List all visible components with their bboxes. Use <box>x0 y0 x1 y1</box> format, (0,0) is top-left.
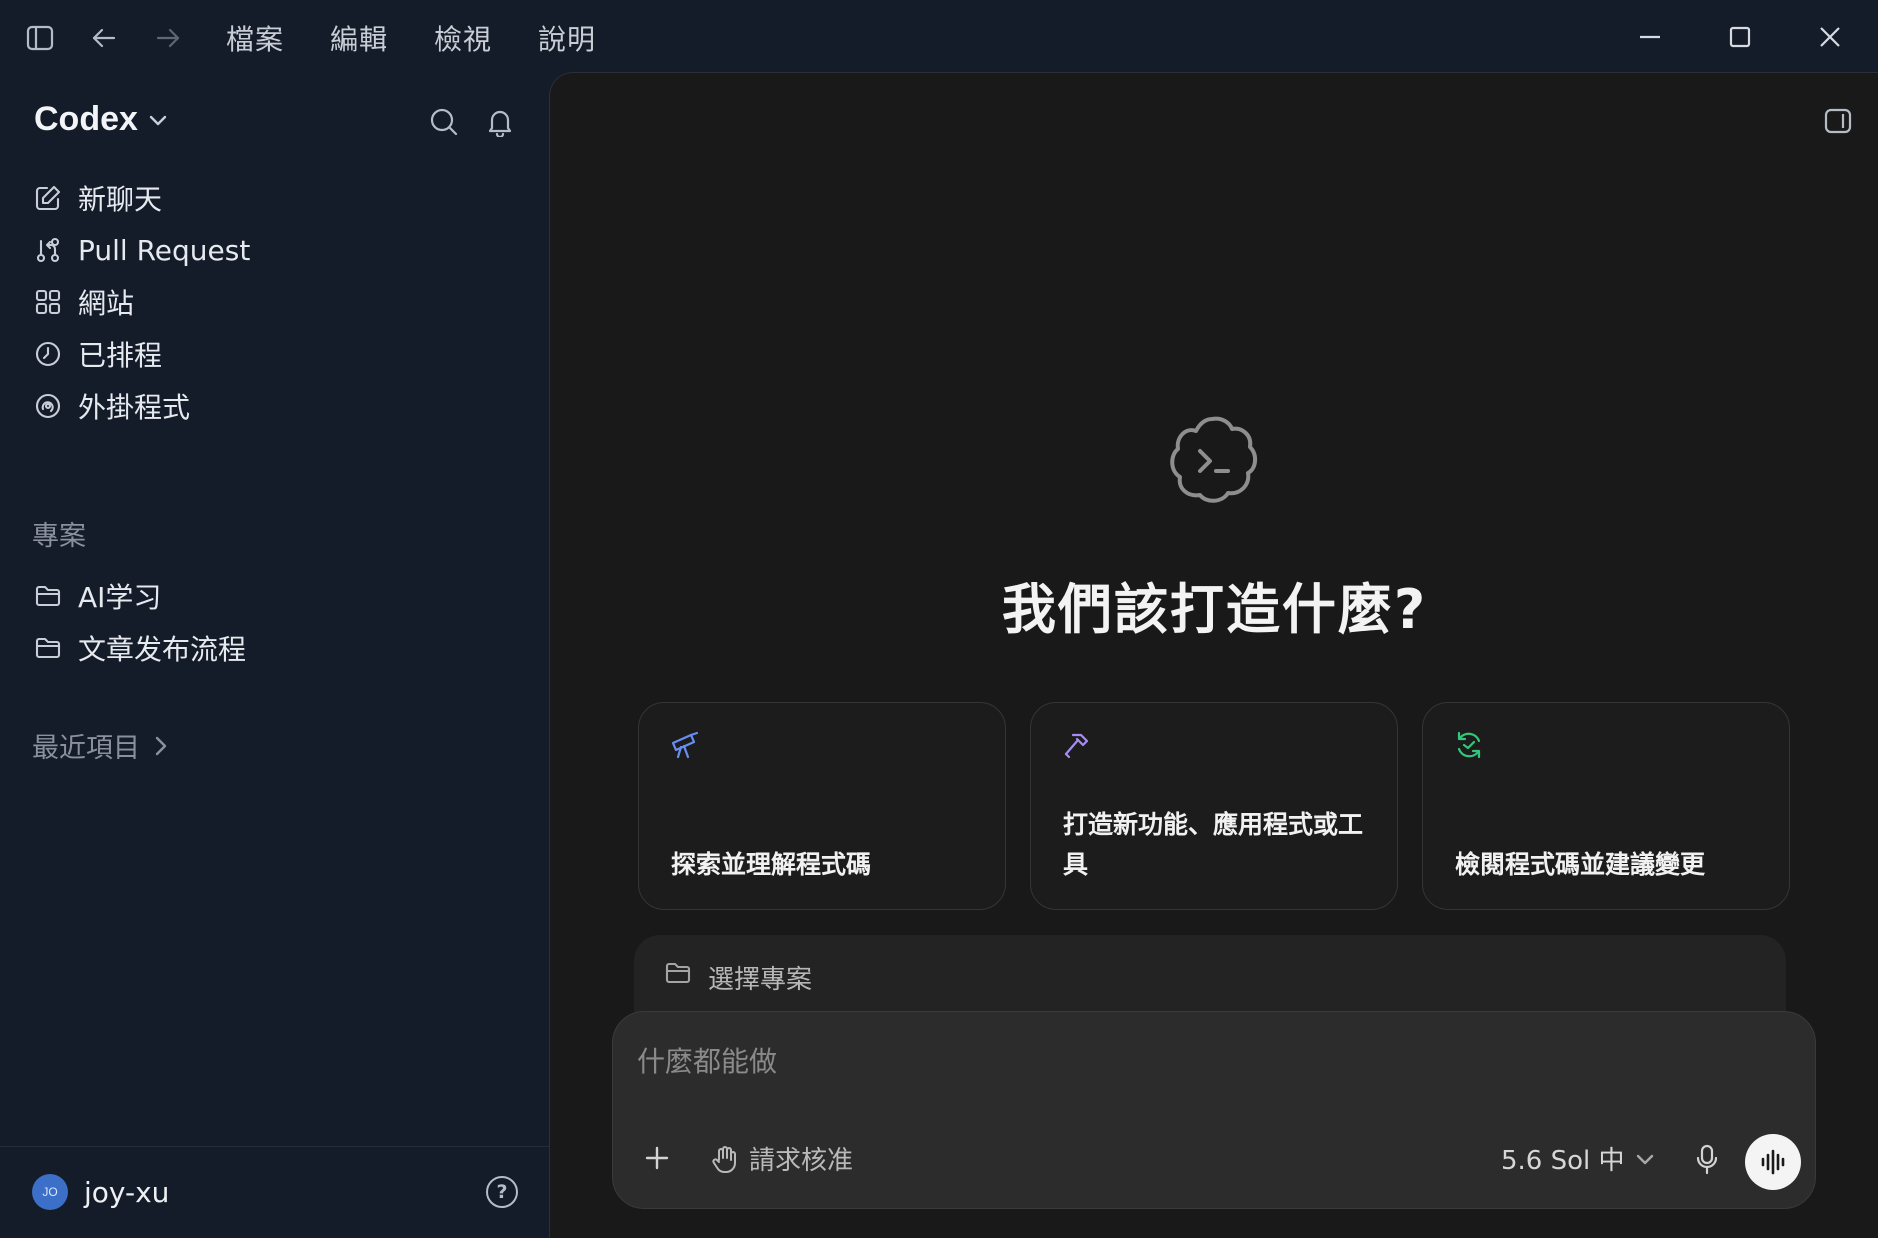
telescope-icon <box>669 729 701 761</box>
model-selector[interactable]: 5.6 Sol 中 <box>1501 1140 1655 1177</box>
sidebar-item-new-chat[interactable]: 新聊天 <box>32 174 512 222</box>
sidebar-item-label: 已排程 <box>78 339 163 372</box>
edit-icon <box>32 182 64 214</box>
user-name: joy-xu <box>84 1175 170 1209</box>
card-label: 打造新功能、應用程式或工具 <box>1063 810 1364 879</box>
close-button[interactable] <box>1800 14 1860 60</box>
main-panel: 我們該打造什麼? 探索並理解程式碼 打造新功能、應用程式或工具 檢閱程式碼並建議… <box>549 72 1878 1238</box>
plugin-icon <box>32 390 64 422</box>
menu-edit[interactable]: 編輯 <box>330 18 388 58</box>
sidebar: Codex 新聊天 Pull Request 網站 已排程 外掛程式 專案 AI… <box>0 72 549 1238</box>
git-pull-request-icon <box>32 234 64 266</box>
card-label: 檢閱程式碼並建議變更 <box>1455 850 1706 879</box>
help-icon[interactable]: ? <box>486 1176 518 1208</box>
project-item-ai[interactable]: AI学习 <box>32 572 512 620</box>
sidebar-item-label: 新聊天 <box>78 183 163 216</box>
sidebar-item-plugins[interactable]: 外掛程式 <box>32 382 512 430</box>
suggestion-card-build[interactable]: 打造新功能、應用程式或工具 <box>1030 702 1398 910</box>
chevron-down-icon <box>1636 1154 1653 1164</box>
refresh-check-icon <box>1453 729 1485 761</box>
folder-icon <box>664 960 692 990</box>
back-arrow-icon[interactable] <box>82 18 126 58</box>
hammer-icon <box>1061 729 1093 761</box>
sidebar-item-sites[interactable]: 網站 <box>32 278 512 326</box>
avatar: JO <box>32 1174 68 1210</box>
recent-items-label: 最近項目 <box>32 733 140 764</box>
voice-mode-button[interactable] <box>1745 1134 1801 1190</box>
sidebar-toggle-icon[interactable] <box>18 18 62 58</box>
chevron-right-icon <box>155 736 167 755</box>
add-attachment-button[interactable] <box>639 1140 675 1176</box>
sidebar-item-label: Pull Request <box>78 233 251 267</box>
composer: 什麼都能做 請求核准 5.6 Sol 中 <box>612 1011 1816 1209</box>
chevron-down-icon <box>148 112 168 131</box>
menu-file[interactable]: 檔案 <box>226 18 284 58</box>
project-label: 文章发布流程 <box>78 633 247 666</box>
codex-cloud-terminal-icon <box>1162 409 1262 509</box>
title-bar: 檔案 編輯 檢視 說明 <box>0 0 1878 72</box>
project-item-publish-flow[interactable]: 文章发布流程 <box>32 624 512 672</box>
search-icon[interactable] <box>424 102 464 142</box>
hand-icon <box>712 1145 736 1173</box>
model-label: 5.6 Sol 中 <box>1501 1146 1625 1176</box>
sidebar-item-label: 外掛程式 <box>78 391 191 424</box>
page-title: 我們該打造什麼? <box>1001 578 1428 641</box>
grid-icon <box>32 286 64 318</box>
approval-mode-button[interactable]: 請求核准 <box>711 1140 853 1177</box>
approval-mode-label: 請求核准 <box>749 1146 854 1176</box>
brand-name: Codex <box>34 100 138 138</box>
suggestion-card-review[interactable]: 檢閱程式碼並建議變更 <box>1422 702 1790 910</box>
projects-section-title: 專案 <box>32 521 86 552</box>
sidebar-item-scheduled[interactable]: 已排程 <box>32 330 512 378</box>
project-label: AI学习 <box>78 581 162 614</box>
forward-arrow-icon[interactable] <box>146 18 190 58</box>
microphone-icon[interactable] <box>1689 1140 1725 1180</box>
workspace-switcher[interactable]: Codex <box>34 100 168 139</box>
folder-icon <box>32 632 64 664</box>
app-window: 檔案 編輯 檢視 說明 Codex 新聊天 Pull Request 網站 已排… <box>0 0 1878 1238</box>
folder-icon <box>32 580 64 612</box>
sidebar-item-pull-request[interactable]: Pull Request <box>32 226 512 274</box>
clock-icon <box>32 338 64 370</box>
card-label: 探索並理解程式碼 <box>671 850 872 879</box>
prompt-input[interactable]: 什麼都能做 <box>637 1040 777 1080</box>
sidebar-item-label: 網站 <box>78 287 135 320</box>
maximize-button[interactable] <box>1710 14 1770 60</box>
audio-waveform-icon <box>1761 1149 1785 1175</box>
menu-help[interactable]: 說明 <box>538 18 596 58</box>
user-profile[interactable]: JO joy-xu <box>32 1174 169 1210</box>
bell-icon[interactable] <box>480 102 520 142</box>
suggestion-card-explore[interactable]: 探索並理解程式碼 <box>638 702 1006 910</box>
sidebar-divider <box>0 1146 549 1147</box>
recent-items-toggle[interactable]: 最近項目 <box>32 726 168 765</box>
menu-view[interactable]: 檢視 <box>434 18 492 58</box>
panel-toggle-icon[interactable] <box>1820 103 1856 139</box>
project-selector-label: 選擇專案 <box>708 965 813 995</box>
minimize-button[interactable] <box>1620 14 1680 60</box>
